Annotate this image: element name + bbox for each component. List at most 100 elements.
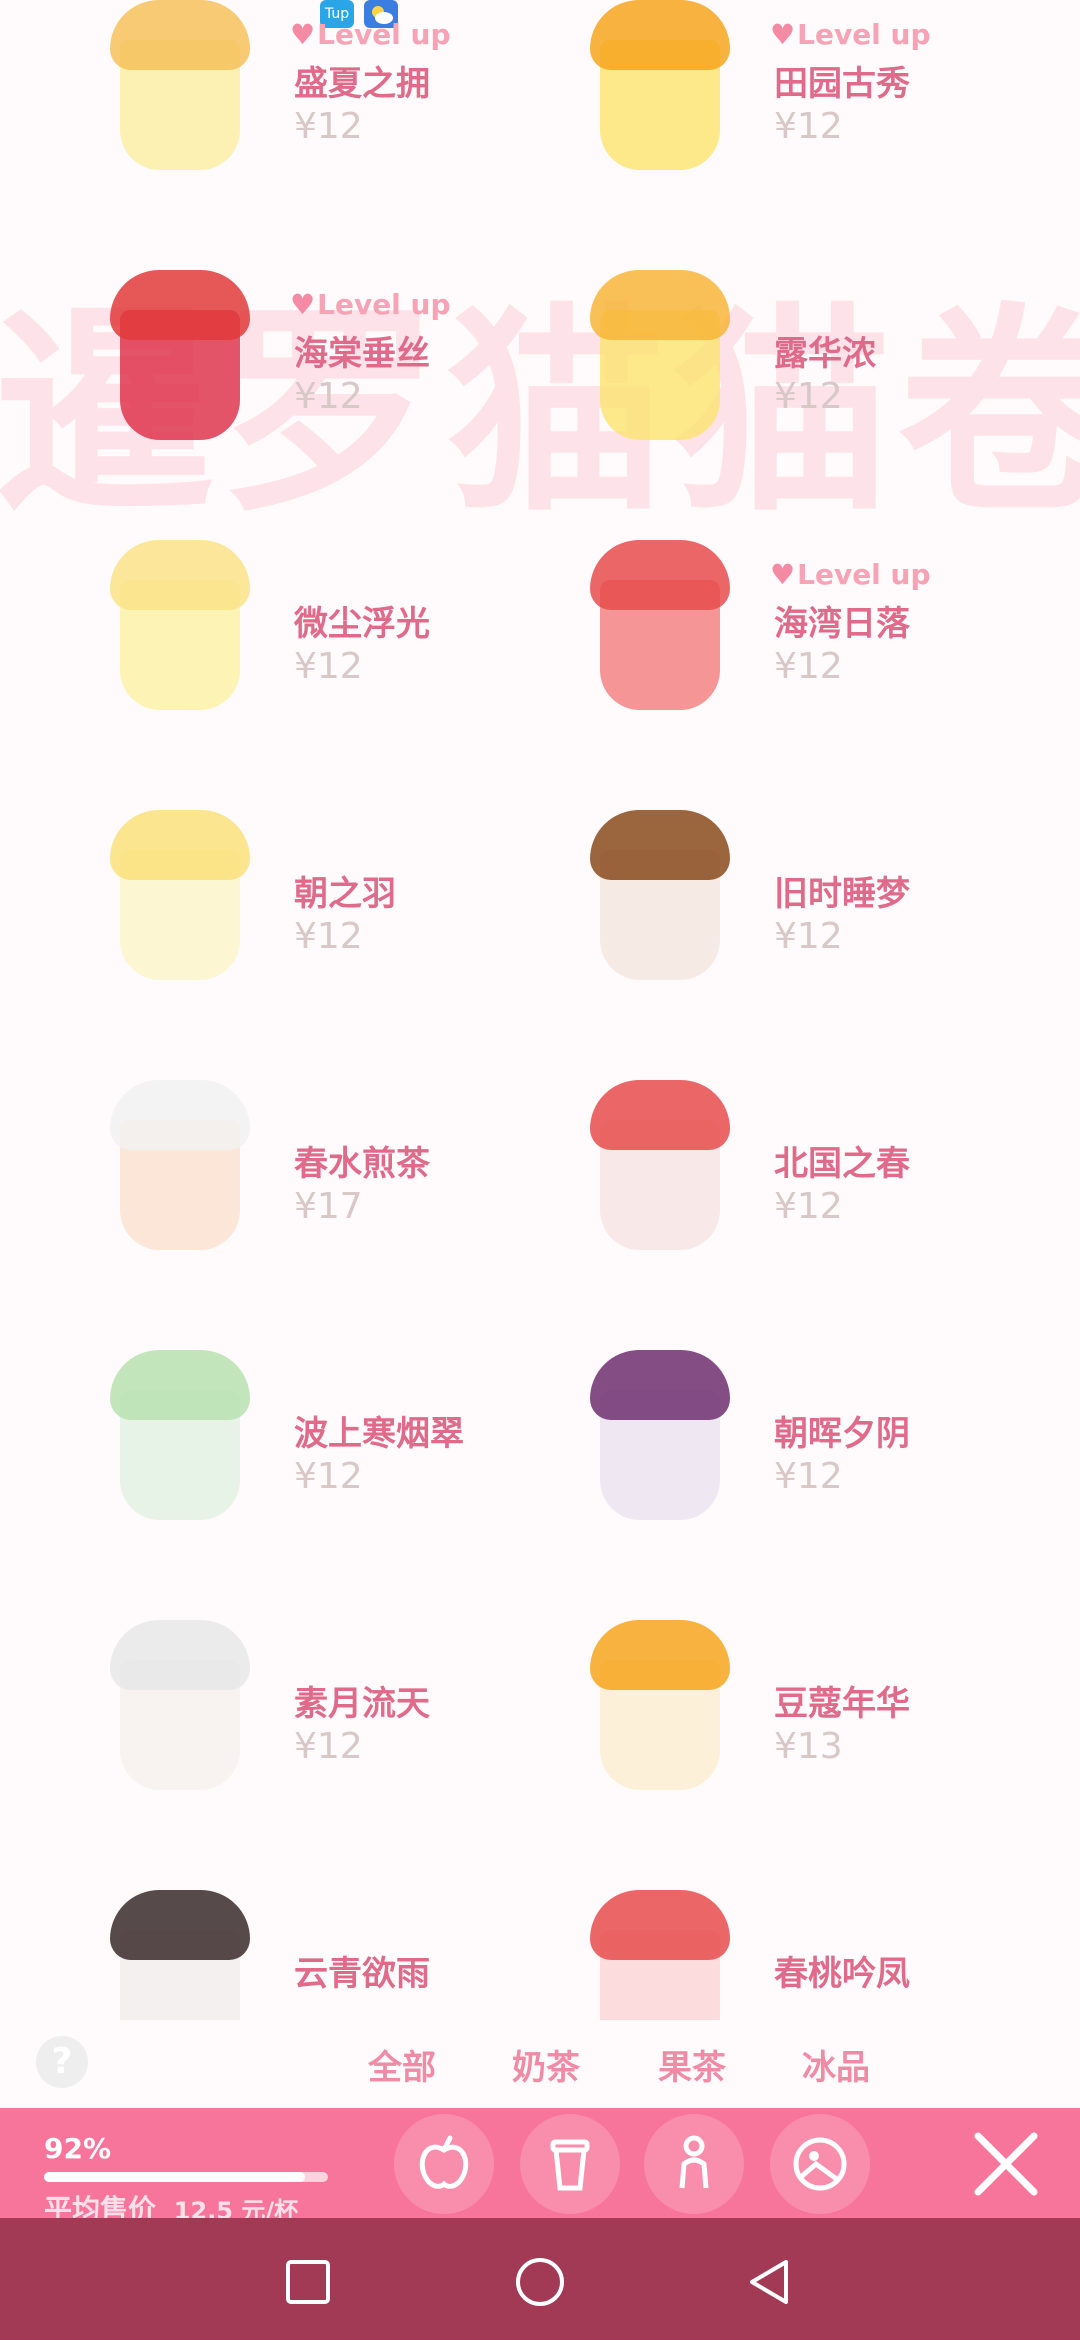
menu-item-card[interactable]: 朝晖夕阴 ¥12 [480,1320,1000,1560]
drink-name: 春桃吟凤 [774,1954,910,1994]
drink-cup-image [110,810,250,980]
person-button[interactable] [644,2114,744,2214]
drink-price: ¥12 [294,1456,363,1497]
menu-item-card[interactable]: 豆蔻年华 ¥13 [480,1590,1000,1830]
drink-cup-image [110,540,250,710]
menu-item-card[interactable]: 旧时睡梦 ¥12 [480,780,1000,1020]
drink-price: ¥13 [774,1726,843,1767]
cup-topping [110,1080,250,1150]
level-up-label: Level up [797,18,931,51]
drink-cup-image [110,1890,250,2020]
menu-item-card[interactable]: ♥Level up 盛夏之拥 ¥12 [0,0,520,210]
level-up-badge: ♥Level up [770,18,931,51]
heart-icon: ♥ [770,558,796,591]
tab-all[interactable]: 全部 [368,2040,436,2089]
drink-cup-image [590,1890,730,2020]
recent-apps-icon [286,2260,330,2304]
drink-price: ¥12 [294,106,363,147]
drink-cup-image [590,1620,730,1790]
drink-price: ¥12 [774,376,843,417]
cup-topping [590,1890,730,1960]
person-icon [679,2135,709,2189]
progress-percent: 92% [44,2132,112,2165]
drink-name: 海棠垂丝 [294,334,430,374]
drink-name: 朝晖夕阴 [774,1414,910,1454]
drink-price: ¥12 [294,1726,363,1767]
filter-bar: ? 全部 奶茶 果茶 冰品 [0,2030,1080,2100]
drink-cup-image [590,1080,730,1250]
drink-name: 云青欲雨 [294,1954,430,1994]
drink-price: ¥12 [774,106,843,147]
drink-price: ¥12 [294,646,363,687]
drink-cup-image [110,1080,250,1250]
drink-cup-image [110,1620,250,1790]
cup-topping [110,1890,250,1960]
level-up-label: Level up [797,558,931,591]
cup-topping [590,0,730,70]
tab-ice[interactable]: 冰品 [802,2040,870,2089]
system-nav-bar [0,2218,1080,2340]
menu-item-card[interactable]: ♥Level up 海湾日落 ¥12 [480,510,1000,750]
menu-item-card[interactable]: ♥Level up 田园古秀 ¥12 [480,0,1000,210]
menu-item-card[interactable]: 素月流天 ¥12 [0,1590,520,1830]
cup-topping [110,0,250,70]
drink-name: 旧时睡梦 [774,874,910,914]
cup-topping [590,810,730,880]
cup-icon [550,2139,590,2191]
drink-price: ¥17 [294,1186,363,1227]
level-up-badge: ♥Level up [290,18,451,51]
menu-item-card[interactable]: 北国之春 ¥12 [480,1050,1000,1290]
drink-price: ¥12 [774,916,843,957]
home-button[interactable] [512,2254,568,2310]
drink-price: ¥12 [774,646,843,687]
menu-item-card[interactable]: 春水煎茶 ¥17 [0,1050,520,1290]
drink-cup-image [110,1350,250,1520]
progress-bar [44,2172,328,2182]
drink-cup-image [590,270,730,440]
heart-icon: ♥ [290,288,316,321]
level-up-badge: ♥Level up [770,558,931,591]
close-button[interactable] [968,2126,1044,2202]
level-up-badge: ♥Level up [290,288,451,321]
menu-item-card[interactable]: ♥Level up 海棠垂丝 ¥12 [0,240,520,480]
drink-cup-image [590,0,730,170]
home-icon [516,2258,564,2306]
drink-price: ¥12 [294,916,363,957]
drink-price: ¥12 [774,1186,843,1227]
menu-item-card[interactable]: 朝之羽 ¥12 [0,780,520,1020]
cup-topping [110,540,250,610]
drink-cup-image [590,810,730,980]
close-icon [974,2132,1038,2196]
tab-milk-tea[interactable]: 奶茶 [512,2040,580,2089]
bottom-bar: 92% 平均售价 12.5 元/杯 [0,2108,1080,2226]
tab-fruit-tea[interactable]: 果茶 [658,2040,726,2089]
menu-item-card[interactable]: 春桃吟凤 [480,1860,1000,2020]
image-button[interactable] [770,2114,870,2214]
recent-apps-button[interactable] [280,2254,336,2310]
image-icon [793,2137,847,2191]
menu-item-card[interactable]: 波上寒烟翠 ¥12 [0,1320,520,1560]
cup-button[interactable] [520,2114,620,2214]
drink-name: 田园古秀 [774,64,910,104]
fruit-icon [419,2135,469,2189]
drink-price: ¥12 [294,376,363,417]
menu-item-card[interactable]: 微尘浮光 ¥12 [0,510,520,750]
cup-topping [590,270,730,340]
drink-cup-image [110,0,250,170]
menu-item-card[interactable]: 云青欲雨 [0,1860,520,2020]
cup-topping [110,810,250,880]
drink-name: 春水煎茶 [294,1144,430,1184]
progress-fill [44,2172,306,2182]
drink-cup-image [110,270,250,440]
drink-name: 露华浓 [774,334,876,374]
drink-name: 盛夏之拥 [294,64,430,104]
level-up-label: Level up [317,288,451,321]
fruit-button[interactable] [394,2114,494,2214]
help-icon[interactable]: ? [36,2036,88,2088]
drink-name: 素月流天 [294,1684,430,1724]
menu-grid: ♥Level up 盛夏之拥 ¥12 ♥Level up 田园古秀 ¥12 ♥Level u… [0,0,1080,2020]
back-button[interactable] [742,2254,798,2310]
menu-item-card[interactable]: 露华浓 ¥12 [480,240,1000,480]
drink-name: 北国之春 [774,1144,910,1184]
back-icon [750,2260,788,2304]
